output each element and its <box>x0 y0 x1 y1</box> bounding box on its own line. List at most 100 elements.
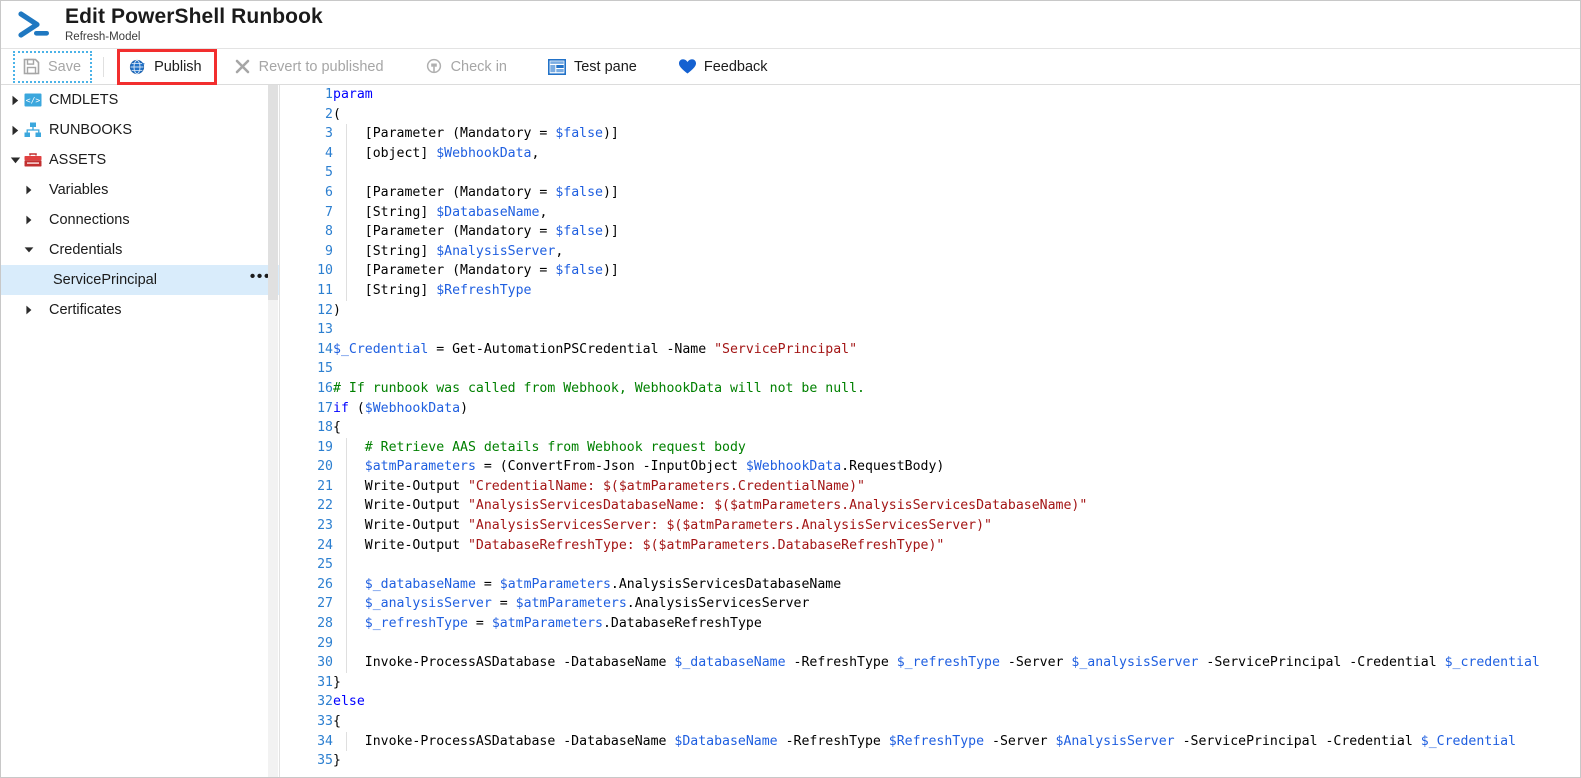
code-line-content[interactable]: Write-Output "CredentialName: $($atmPara… <box>333 477 1580 497</box>
code-line[interactable]: 22 Write-Output "AnalysisServicesDatabas… <box>281 496 1580 516</box>
code-line-content[interactable]: [String] $RefreshType <box>333 281 1580 301</box>
code-line[interactable]: 13 <box>281 320 1580 340</box>
code-line[interactable]: 29 <box>281 634 1580 654</box>
code-line[interactable]: 11 [String] $RefreshType <box>281 281 1580 301</box>
code-token: $AnalysisServer <box>436 244 555 259</box>
sidebar-scrollbar-thumb[interactable] <box>268 85 278 300</box>
code-line[interactable]: 1param <box>281 85 1580 105</box>
code-line[interactable]: 32else <box>281 692 1580 712</box>
chevron-right-icon[interactable] <box>20 295 38 325</box>
code-token: $_refreshType <box>365 616 468 631</box>
code-line[interactable]: 7 [String] $DatabaseName, <box>281 203 1580 223</box>
code-token: Write-Output <box>333 498 468 513</box>
sidebar-item-credentials[interactable]: Credentials <box>1 235 279 265</box>
code-line[interactable]: 18{ <box>281 418 1580 438</box>
code-line-content[interactable]: Invoke-ProcessASDatabase -DatabaseName $… <box>333 732 1580 752</box>
code-line[interactable]: 14$_Credential = Get-AutomationPSCredent… <box>281 340 1580 360</box>
code-line[interactable]: 26 $_databaseName = $atmParameters.Analy… <box>281 575 1580 595</box>
sidebar-item-cmdlets[interactable]: </> CMDLETS <box>1 85 279 115</box>
code-line-content[interactable]: [String] $AnalysisServer, <box>333 242 1580 262</box>
code-line-content[interactable] <box>333 320 1580 340</box>
code-line[interactable]: 27 $_analysisServer = $atmParameters.Ana… <box>281 594 1580 614</box>
check-in-button[interactable]: Check in <box>419 53 516 81</box>
sidebar-item-serviceprincipal[interactable]: ServicePrincipal ••• <box>1 265 279 295</box>
code-line-content[interactable]: ) <box>333 301 1580 321</box>
chevron-down-icon[interactable] <box>6 145 24 175</box>
sidebar-item-certificates[interactable]: Certificates <box>1 295 279 325</box>
code-line[interactable]: 8 [Parameter (Mandatory = $false)] <box>281 222 1580 242</box>
revert-to-published-button[interactable]: Revert to published <box>227 53 393 81</box>
code-line[interactable]: 20 $atmParameters = (ConvertFrom-Json -I… <box>281 457 1580 477</box>
code-line[interactable]: 30 Invoke-ProcessASDatabase -DatabaseNam… <box>281 653 1580 673</box>
code-line-content[interactable]: Write-Output "AnalysisServicesDatabaseNa… <box>333 496 1580 516</box>
chevron-down-icon[interactable] <box>20 235 38 265</box>
code-line[interactable]: 9 [String] $AnalysisServer, <box>281 242 1580 262</box>
code-line[interactable]: 16# If runbook was called from Webhook, … <box>281 379 1580 399</box>
sidebar-item-runbooks[interactable]: RUNBOOKS <box>1 115 279 145</box>
code-line-content[interactable]: Write-Output "AnalysisServicesServer: $(… <box>333 516 1580 536</box>
sidebar-item-assets[interactable]: ASSETS <box>1 145 279 175</box>
code-line-content[interactable]: else <box>333 692 1580 712</box>
code-line-content[interactable]: $atmParameters = (ConvertFrom-Json -Inpu… <box>333 457 1580 477</box>
code-line-content[interactable]: $_refreshType = $atmParameters.DatabaseR… <box>333 614 1580 634</box>
code-line-content[interactable]: # Retrieve AAS details from Webhook requ… <box>333 438 1580 458</box>
code-line[interactable]: 33{ <box>281 712 1580 732</box>
sidebar-item-connections[interactable]: Connections <box>1 205 279 235</box>
feedback-button[interactable]: Feedback <box>672 53 777 81</box>
code-line-content[interactable]: # If runbook was called from Webhook, We… <box>333 379 1580 399</box>
sidebar-item-variables[interactable]: Variables <box>1 175 279 205</box>
chevron-right-icon[interactable] <box>20 175 38 205</box>
code-line-content[interactable]: [object] $WebhookData, <box>333 144 1580 164</box>
code-line-content[interactable]: Invoke-ProcessASDatabase -DatabaseName $… <box>333 653 1580 673</box>
code-line-content[interactable]: } <box>333 751 1580 771</box>
code-line[interactable]: 6 [Parameter (Mandatory = $false)] <box>281 183 1580 203</box>
code-line[interactable]: 21 Write-Output "CredentialName: $($atmP… <box>281 477 1580 497</box>
code-line-content[interactable]: [Parameter (Mandatory = $false)] <box>333 261 1580 281</box>
code-line-content[interactable]: param <box>333 85 1580 105</box>
code-line[interactable]: 25 <box>281 555 1580 575</box>
code-line[interactable]: 35} <box>281 751 1580 771</box>
code-token: Write-Output <box>333 479 468 494</box>
save-button[interactable]: Save <box>14 52 91 82</box>
code-line[interactable]: 19 # Retrieve AAS details from Webhook r… <box>281 438 1580 458</box>
code-line[interactable]: 2( <box>281 105 1580 125</box>
code-line[interactable]: 10 [Parameter (Mandatory = $false)] <box>281 261 1580 281</box>
code-line[interactable]: 4 [object] $WebhookData, <box>281 144 1580 164</box>
code-line[interactable]: 28 $_refreshType = $atmParameters.Databa… <box>281 614 1580 634</box>
code-line[interactable]: 12) <box>281 301 1580 321</box>
code-line[interactable]: 15 <box>281 359 1580 379</box>
code-line-content[interactable]: [Parameter (Mandatory = $false)] <box>333 124 1580 144</box>
code-token: "AnalysisServicesDatabaseName: $($atmPar… <box>468 498 1087 513</box>
code-line-content[interactable]: [String] $DatabaseName, <box>333 203 1580 223</box>
code-line-content[interactable]: } <box>333 673 1580 693</box>
code-line-content[interactable]: $_Credential = Get-AutomationPSCredentia… <box>333 340 1580 360</box>
code-editor[interactable]: 1param2(3 [Parameter (Mandatory = $false… <box>281 85 1580 778</box>
code-line[interactable]: 23 Write-Output "AnalysisServicesServer:… <box>281 516 1580 536</box>
code-line-content[interactable]: $_analysisServer = $atmParameters.Analys… <box>333 594 1580 614</box>
code-line-content[interactable] <box>333 163 1580 183</box>
code-line-content[interactable]: ( <box>333 105 1580 125</box>
code-line[interactable]: 34 Invoke-ProcessASDatabase -DatabaseNam… <box>281 732 1580 752</box>
chevron-right-icon[interactable] <box>6 85 24 115</box>
code-line-content[interactable] <box>333 555 1580 575</box>
code-line[interactable]: 31} <box>281 673 1580 693</box>
code-line-content[interactable]: [Parameter (Mandatory = $false)] <box>333 222 1580 242</box>
chevron-right-icon[interactable] <box>6 115 24 145</box>
assets-tree-sidebar[interactable]: </> CMDLETS RUNBOOKS <box>1 85 280 778</box>
code-line[interactable]: 24 Write-Output "DatabaseRefreshType: $(… <box>281 536 1580 556</box>
code-line[interactable]: 5 <box>281 163 1580 183</box>
code-line-content[interactable]: if ($WebhookData) <box>333 399 1580 419</box>
code-line-content[interactable]: [Parameter (Mandatory = $false)] <box>333 183 1580 203</box>
check-in-icon <box>425 57 444 76</box>
code-line-content[interactable] <box>333 634 1580 654</box>
test-pane-button[interactable]: Test pane <box>542 53 646 81</box>
code-line-content[interactable] <box>333 359 1580 379</box>
code-line[interactable]: 3 [Parameter (Mandatory = $false)] <box>281 124 1580 144</box>
code-line[interactable]: 17if ($WebhookData) <box>281 399 1580 419</box>
code-line-content[interactable]: { <box>333 712 1580 732</box>
code-line-content[interactable]: Write-Output "DatabaseRefreshType: $($at… <box>333 536 1580 556</box>
code-line-content[interactable]: { <box>333 418 1580 438</box>
code-line-content[interactable]: $_databaseName = $atmParameters.Analysis… <box>333 575 1580 595</box>
chevron-right-icon[interactable] <box>20 205 38 235</box>
publish-button[interactable]: Publish <box>117 49 217 85</box>
